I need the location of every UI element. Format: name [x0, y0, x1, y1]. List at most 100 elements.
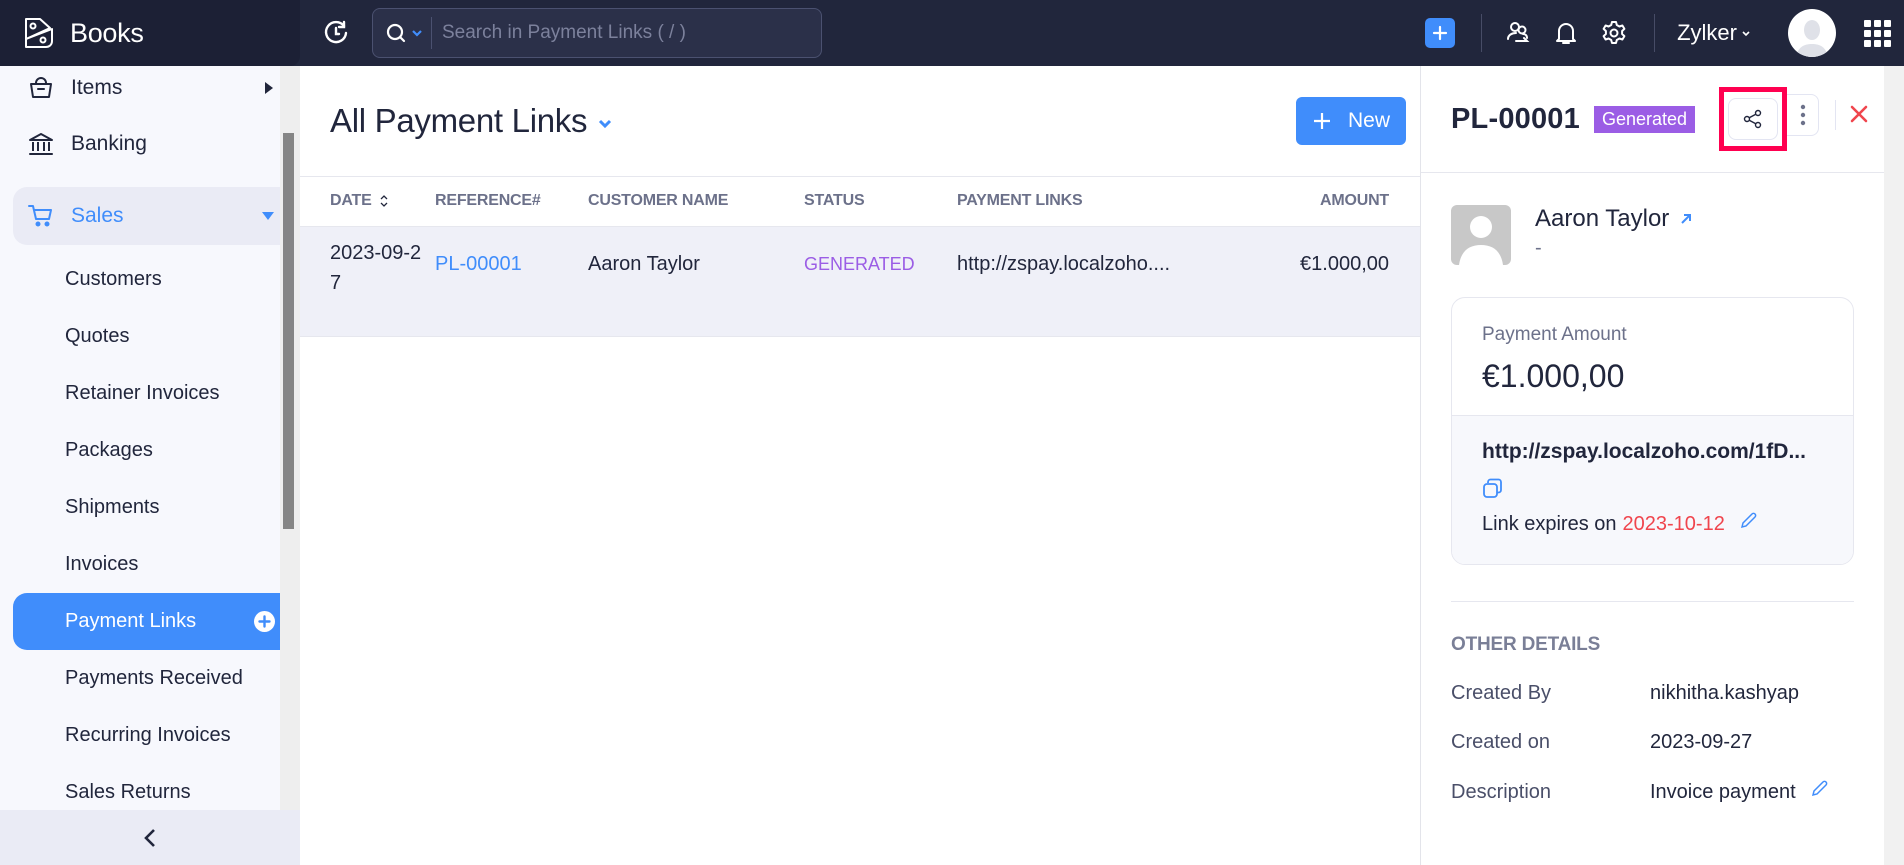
search-input[interactable] — [432, 22, 821, 44]
reference-link[interactable]: PL-00001 — [435, 253, 522, 275]
books-logo-icon — [25, 18, 53, 48]
brand[interactable]: Books — [0, 0, 300, 66]
more-options-button[interactable] — [1787, 94, 1819, 136]
apps-grid-dot — [1874, 30, 1881, 37]
settings-button[interactable] — [1590, 9, 1638, 57]
sidebar-item-label: Items — [71, 76, 123, 99]
cell-reference: PL-00001 — [435, 226, 588, 337]
detail-scrollbar[interactable] — [1884, 66, 1904, 865]
sidebar-item-packages[interactable]: Packages — [0, 422, 280, 479]
edit-expiry-button[interactable] — [1739, 512, 1757, 536]
detail-header: PL-00001 Generated — [1421, 66, 1884, 173]
organization-switcher[interactable]: Zylker — [1677, 20, 1752, 46]
apps-grid-dot — [1884, 30, 1891, 37]
detail-value: nikhitha.kashyap — [1650, 682, 1799, 704]
customer-avatar — [1451, 205, 1511, 265]
sidebar-item-customers[interactable]: Customers — [0, 251, 280, 308]
apps-grid-dot — [1874, 40, 1881, 47]
sidebar-item-payment-links[interactable]: Payment Links — [13, 593, 280, 650]
sidebar-item-retainer-invoices[interactable]: Retainer Invoices — [0, 365, 280, 422]
sidebar-scrollbar[interactable] — [280, 66, 300, 811]
search-icon — [386, 23, 406, 43]
sidebar-item-items[interactable]: Items — [13, 66, 280, 116]
plus-icon — [1313, 113, 1330, 129]
detail-key: Created on — [1451, 731, 1550, 753]
new-button[interactable]: New — [1295, 97, 1406, 145]
detail-row-created-on: Created on 2023-09-27 — [1451, 731, 1854, 754]
column-header-date[interactable]: DATE — [300, 177, 435, 227]
sidebar-item-label: Payment Links — [65, 610, 197, 632]
customer-section: Aaron Taylor - — [1451, 205, 1854, 265]
column-header-customer-name[interactable]: CUSTOMER NAME — [588, 177, 804, 227]
apps-grid-dot — [1884, 20, 1891, 27]
users-switch-icon — [1507, 22, 1530, 42]
payment-links-list: All Payment Links New DATE REFERENCE# CU… — [300, 66, 1421, 865]
sidebar-item-recurring-invoices[interactable]: Recurring Invoices — [0, 707, 280, 764]
sidebar-item-shipments[interactable]: Shipments — [0, 479, 280, 536]
chevron-down-icon — [1742, 31, 1750, 37]
basket-icon — [27, 74, 55, 102]
switch-user-button[interactable] — [1494, 9, 1542, 57]
close-button[interactable] — [1849, 104, 1869, 129]
payment-link-url[interactable]: http://zspay.localzoho.com/1fD... — [1482, 440, 1823, 464]
sort-icon — [380, 195, 388, 207]
search-scope-dropdown[interactable] — [373, 9, 431, 57]
top-bar: Books Search in Payment Links (/) Zylk… — [0, 0, 1904, 66]
customer-name: Aaron Taylor — [1535, 205, 1670, 232]
cell-status: GENERATED — [804, 226, 957, 337]
user-avatar[interactable] — [1788, 9, 1836, 57]
sidebar-item-invoices[interactable]: Invoices — [0, 536, 280, 593]
caret-down-icon — [262, 212, 274, 220]
payment-amount-section: Payment Amount €1.000,00 — [1452, 298, 1853, 416]
status-badge: Generated — [1593, 105, 1696, 133]
quick-create-button[interactable] — [1425, 18, 1456, 48]
sidebar-item-sales[interactable]: Sales — [13, 187, 280, 245]
copy-link-button[interactable] — [1482, 478, 1504, 500]
table-header-row: DATE REFERENCE# CUSTOMER NAME STATUS PAY… — [300, 177, 1420, 227]
other-details-title: OTHER DETAILS — [1451, 634, 1601, 655]
table-row[interactable]: 2023-09-2 7 PL-00001 Aaron Taylor GENERAT… — [300, 226, 1420, 337]
apps-grid-icon — [1864, 20, 1871, 27]
customer-info: Aaron Taylor - — [1535, 205, 1693, 265]
bank-icon — [27, 130, 55, 158]
divider — [1654, 14, 1656, 52]
sidebar-item-payments-received[interactable]: Payments Received — [0, 650, 280, 707]
customer-name-link[interactable]: Aaron Taylor — [1535, 205, 1693, 233]
status-badge: GENERATED — [804, 253, 915, 274]
collapse-sidebar-button[interactable] — [0, 810, 300, 865]
column-header-status[interactable]: STATUS — [804, 177, 957, 227]
recent-history-button[interactable] — [316, 13, 356, 53]
chevron-down-icon — [412, 30, 422, 37]
column-header-reference[interactable]: REFERENCE# — [435, 177, 588, 227]
column-header-amount[interactable]: AMOUNT — [1257, 177, 1420, 227]
notifications-button[interactable] — [1542, 9, 1590, 57]
cell-amount: €1.000,00 — [1257, 226, 1420, 337]
view-selector[interactable]: All Payment Links — [330, 102, 613, 140]
detail-key: Created By — [1451, 682, 1552, 704]
sidebar-item-sales-returns[interactable]: Sales Returns — [0, 764, 280, 811]
divider — [1451, 601, 1854, 602]
apps-grid-button[interactable] — [1864, 20, 1891, 47]
sidebar-item-quotes[interactable]: Quotes — [0, 308, 280, 365]
search-bar — [372, 8, 822, 58]
cell-payment-link: http://zspay.localzoho.... — [957, 226, 1257, 337]
sidebar-scrollbar-thumb[interactable] — [283, 133, 294, 529]
sidebar-item-banking[interactable]: Banking — [13, 116, 280, 172]
top-right-actions: Zylker — [1425, 0, 1904, 66]
apps-grid-dot — [1874, 20, 1881, 27]
detail-row-created-by: Created By nikhitha.kashyap — [1451, 682, 1854, 705]
avatar-icon — [1790, 13, 1834, 57]
highlight-box — [1719, 87, 1787, 151]
history-icon — [324, 20, 348, 44]
share-button[interactable] — [1728, 98, 1778, 140]
detail-title: PL-00001 — [1451, 102, 1580, 135]
add-payment-link-button[interactable] — [254, 611, 275, 632]
sidebar-item-label: Sales — [71, 204, 124, 227]
list-header: All Payment Links New — [300, 66, 1420, 177]
caret-right-icon — [265, 82, 273, 94]
close-icon — [1850, 105, 1868, 123]
edit-description-button[interactable] — [1810, 780, 1828, 804]
divider — [1835, 100, 1836, 130]
detail-value: 2023-09-27 — [1650, 731, 1753, 753]
column-header-payment-links[interactable]: PAYMENT LINKS — [957, 177, 1257, 227]
